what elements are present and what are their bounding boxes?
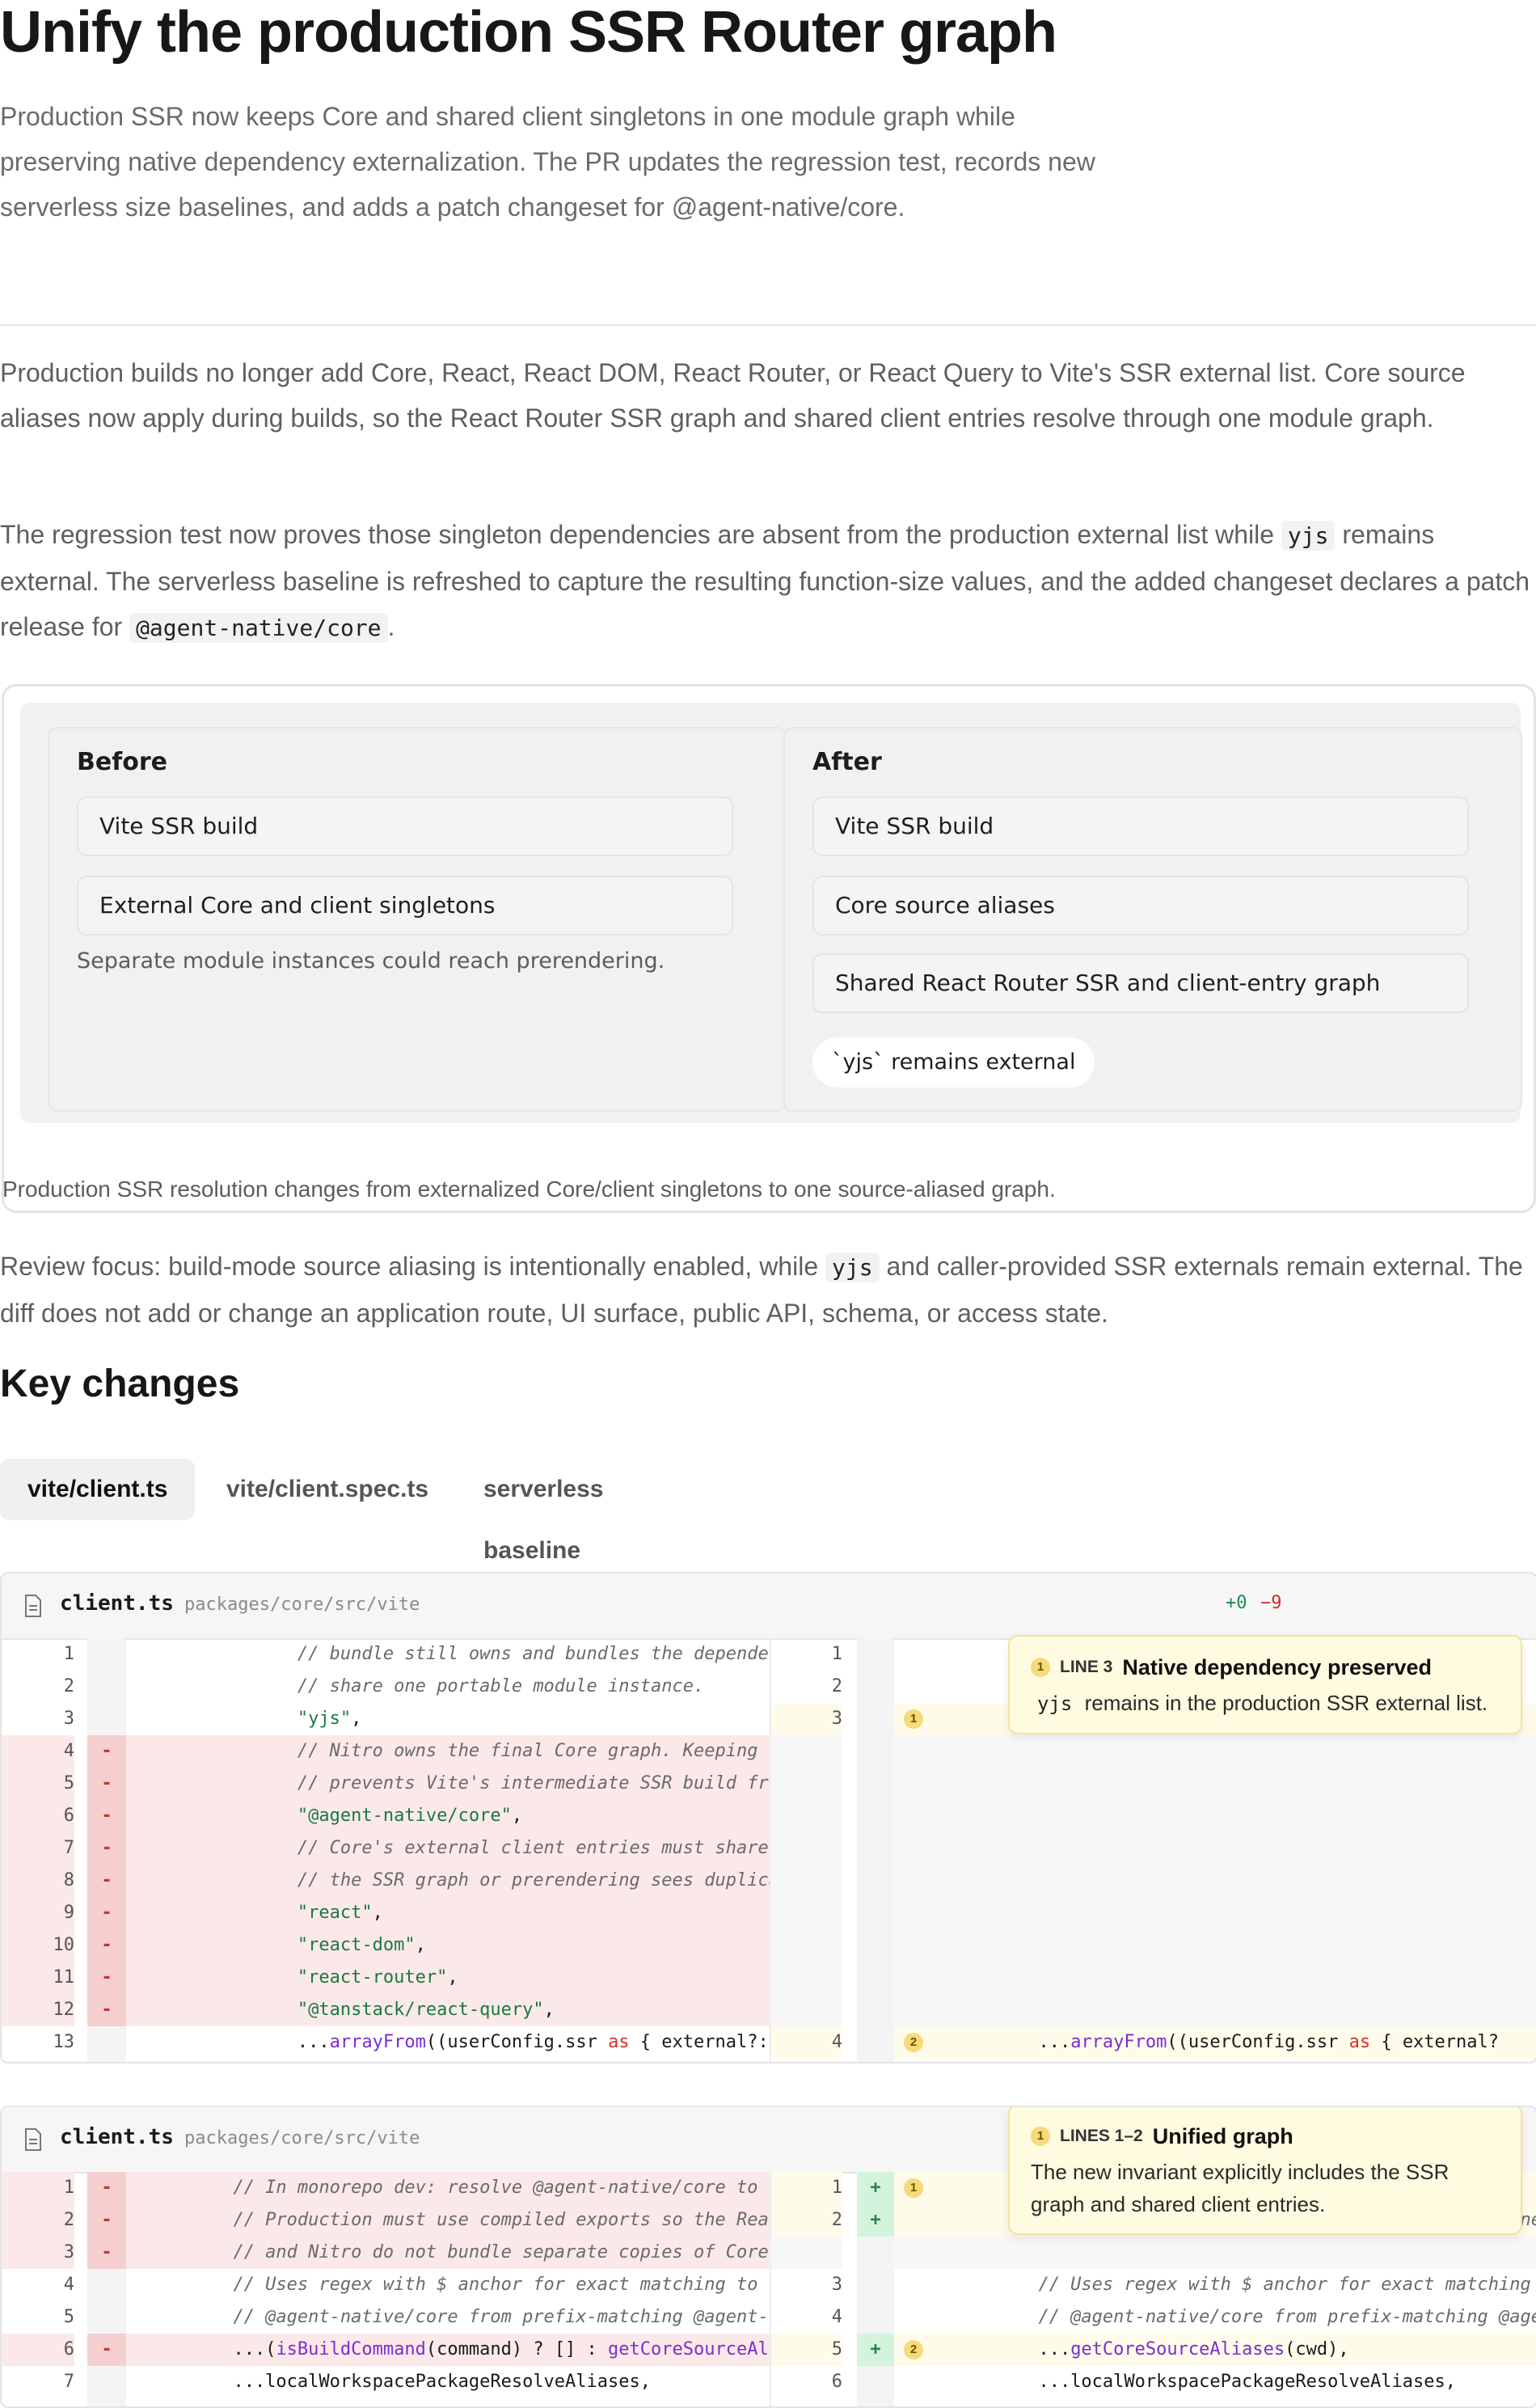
annotation-badge[interactable]: 2 [904,2033,923,2052]
annotation-badge[interactable]: 1 [904,1709,923,1729]
diff-row: 5 // @agent-native/core from prefix-matc… [63,2307,1536,2327]
before-title: Before [77,748,168,776]
before-step: Vite SSR build [77,796,733,856]
callout-title: Native dependency preserved [1122,1654,1433,1679]
yjs-pill: `yjs` remains external [812,1037,1095,1088]
tab-vite-client-spec[interactable]: vite/client.spec.ts [226,1459,428,1520]
review-focus-paragraph: Review focus: build-mode source aliasing… [0,1252,1523,1328]
before-after-figure: Before Vite SSR build External Core and … [2,684,1536,1213]
after-step: Vite SSR build [812,796,1469,856]
file-icon [25,1595,41,1617]
diff-row: 7 ...localWorkspacePackageResolveAliases… [63,2372,1457,2392]
deletions-count: −9 [1260,1593,1282,1613]
diff-header: client.ts packages/core/src/vite +0 −9 [2,1574,1536,1640]
divider [0,324,1536,326]
diff-row: 9- "react", [2,1897,1536,1929]
diff-viewer: client.ts packages/core/src/vite +0 −9 1… [0,1572,1536,2064]
callout-badge: 1 [1031,1657,1050,1677]
additions-count: +0 [1226,1593,1247,1613]
before-step: External Core and client singletons [77,876,733,936]
diff-row: 13 ...arrayFrom((userConfig.ssr as { ext… [2,2026,1536,2059]
after-column: After Vite SSR build Core source aliases… [783,727,1522,1112]
before-note: Separate module instances could reach pr… [77,948,665,974]
callout-lines: LINES 1–2 [1060,2126,1143,2145]
diff-row: 6- "@agent-native/core", [2,1800,1536,1832]
diff-row: 12- "@tanstack/react-query", [2,1994,1536,2026]
tab-serverless-baseline[interactable]: serverless baseline [483,1459,603,1564]
diff-viewer: client.ts packages/core/src/vite 1- // I… [0,2106,1536,2408]
after-step: Shared React Router SSR and client-entry… [812,953,1469,1013]
review-callout: 1 LINES 1–2 Unified graph The new invarian… [1008,2107,1522,2235]
after-title: After [812,748,882,776]
annotation-badge[interactable]: 1 [904,2178,923,2198]
page-title: Unify the production SSR Router graph [0,0,1057,65]
tab-vite-client[interactable]: vite/client.ts [0,1459,196,1520]
diff-row: 8- // the SSR graph or prerendering sees… [2,1865,1536,1897]
diff-row: 11- "react-router", [2,1962,1536,1994]
after-step: Core source aliases [812,876,1469,936]
inline-code: yjs [1281,521,1336,551]
callout-badge: 1 [1031,2126,1050,2146]
diff-row: 10- "react-dom", [2,1929,1536,1962]
figure-caption: Production SSR resolution changes from e… [2,1177,1056,1202]
diff-file-path: packages/core/src/vite [184,2128,420,2148]
description-paragraph: Production builds no longer add Core, Re… [0,358,1466,433]
before-column: Before Vite SSR build External Core and … [48,727,787,1112]
diff-row: 6- ...(isBuildCommand(command) ? [] : ge… [2,2334,1536,2366]
diff-row: 7- // Core's external client entries mus… [2,1832,1536,1865]
inline-code: @agent-native/core [129,613,388,643]
callout-title: Unified graph [1152,2123,1293,2148]
pr-summary: Production SSR now keeps Core and shared… [0,102,1095,222]
file-icon [25,2128,41,2151]
inline-code: yjs [825,1253,880,1282]
diff-row: 4- // Nitro owns the final Core graph. K… [2,1735,1536,1768]
diff-file-name: client.ts [60,1591,174,1616]
annotation-badge[interactable]: 2 [904,2340,923,2359]
review-callout: 1 LINE 3 Native dependency preserved yjs r… [1008,1635,1522,1734]
callout-text: yjs remains in the production SSR extern… [1037,1690,1488,1715]
split-divider [770,2172,771,2406]
diff-row: 4 // Uses regex with $ anchor for exact … [63,2275,1531,2295]
split-divider [770,1638,771,2062]
regression-paragraph: The regression test now proves those sin… [0,520,1530,643]
diff-file-path: packages/core/src/vite [184,1595,420,1615]
diff-row: 3- // and Nitro do not bundle separate c… [2,2237,1536,2269]
callout-text: The new invariant explicitly includes th… [1031,2159,1449,2216]
callout-lines: LINE 3 [1060,1657,1113,1676]
diff-file-name: client.ts [60,2125,174,2149]
diff-row: 5- // prevents Vite's intermediate SSR b… [2,1768,1536,1800]
key-changes-heading: Key changes [0,1362,240,1405]
